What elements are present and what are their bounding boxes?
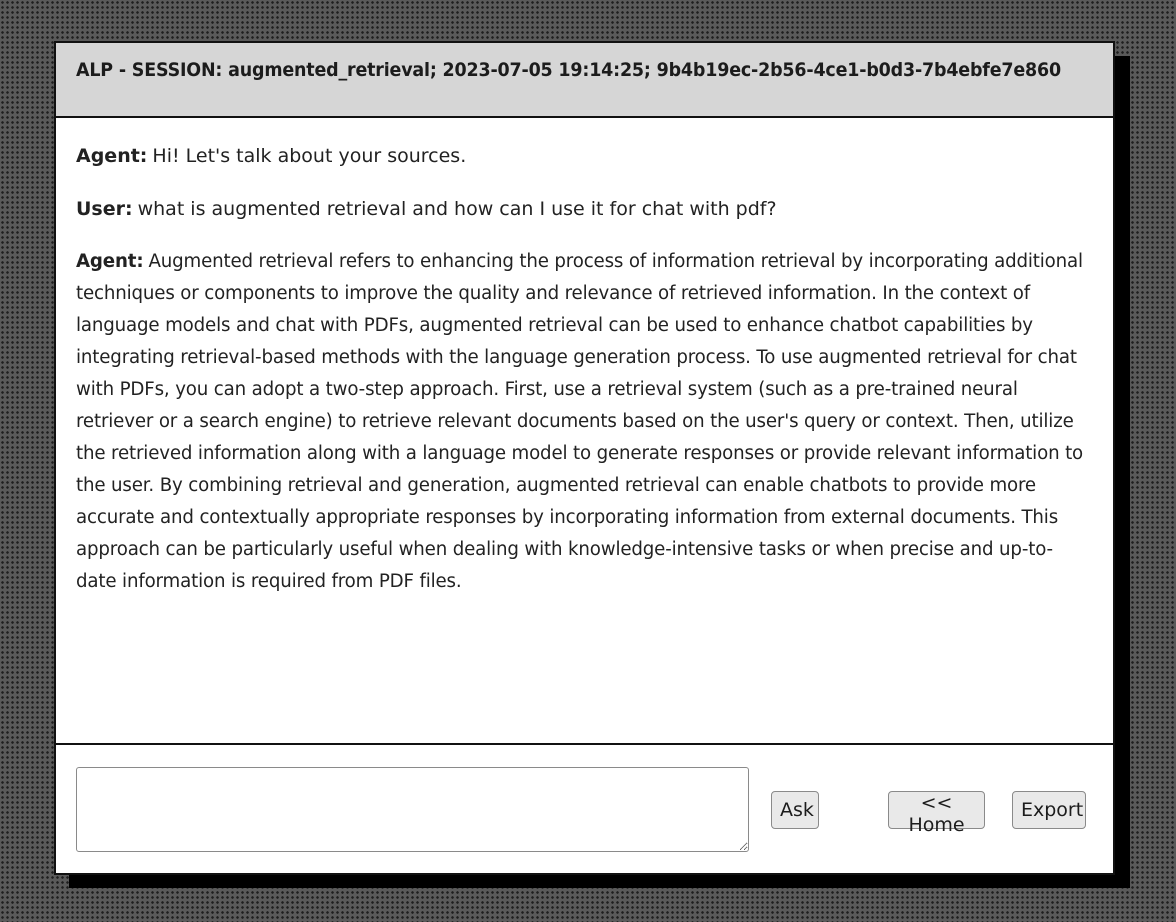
question-input[interactable]: [76, 767, 749, 852]
ask-button[interactable]: Ask: [771, 791, 819, 829]
message-speaker: Agent:: [76, 251, 144, 272]
message-agent: Agent: Hi! Let's talk about your sources.: [76, 140, 1093, 172]
home-button[interactable]: << Home: [888, 791, 985, 836]
message-text: what is augmented retrieval and how can …: [137, 198, 777, 220]
conversation-log: Agent: Hi! Let's talk about your sources.…: [56, 118, 1113, 743]
message-speaker: Agent:: [76, 145, 148, 167]
message-text: Hi! Let's talk about your sources.: [152, 145, 467, 167]
message-agent: Agent: Augmented retrieval refers to enha…: [76, 246, 1093, 598]
export-button[interactable]: Export: [1012, 791, 1086, 829]
session-title: ALP - SESSION: augmented_retrieval; 2023…: [76, 59, 1061, 81]
session-header: ALP - SESSION: augmented_retrieval; 2023…: [56, 43, 1113, 118]
message-text: Augmented retrieval refers to enhancing …: [76, 251, 1084, 592]
message-speaker: User:: [76, 198, 133, 220]
input-bar: Ask << Home Export: [56, 743, 1113, 873]
session-window: ALP - SESSION: augmented_retrieval; 2023…: [54, 41, 1115, 875]
message-user: User: what is augmented retrieval and how…: [76, 193, 1093, 225]
